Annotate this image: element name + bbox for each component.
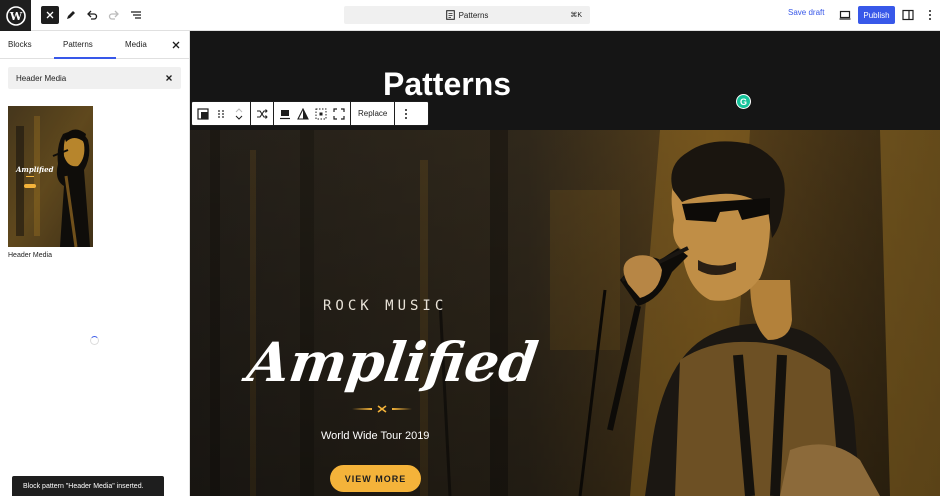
block-toolbar: Replace	[191, 101, 429, 126]
fullscreen-icon[interactable]	[332, 107, 346, 121]
command-palette-bar[interactable]: Patterns ⌘K	[344, 6, 590, 24]
close-icon[interactable]	[170, 38, 182, 50]
tab-blocks[interactable]: Blocks	[8, 40, 32, 49]
duotone-filter-icon[interactable]	[296, 107, 310, 121]
command-shortcut: ⌘K	[570, 12, 582, 19]
header-media-cover-block[interactable]: ROCK MUSIC Amplified World Wide Tour 201…	[190, 130, 940, 496]
drag-handle-icon[interactable]	[214, 107, 228, 121]
block-toolbar-group-shuffle	[251, 102, 274, 125]
block-toolbar-group-layout	[274, 102, 351, 125]
snackbar-text: Block pattern "Header Media" inserted.	[23, 482, 144, 490]
pencil-icon[interactable]	[61, 5, 81, 25]
close-inserter-button[interactable]	[41, 6, 59, 24]
snackbar-notice[interactable]: Block pattern "Header Media" inserted.	[12, 476, 164, 496]
save-draft-button[interactable]: Save draft	[788, 8, 824, 17]
block-toolbar-group-parent	[192, 102, 251, 125]
search-value: Header Media	[16, 73, 67, 83]
hero-tour-text[interactable]: World Wide Tour 2019	[321, 430, 429, 442]
align-icon[interactable]	[278, 107, 292, 121]
view-more-button[interactable]: VIEW MORE	[330, 465, 421, 492]
clear-search-icon[interactable]	[163, 72, 175, 84]
undo-icon[interactable]	[82, 5, 102, 25]
shuffle-icon[interactable]	[255, 107, 269, 121]
block-inserter-panel: Blocks Patterns Media Header Media Ampli…	[0, 31, 190, 496]
thumb-title-text: Amplified	[15, 165, 54, 174]
cover-block-icon[interactable]	[196, 107, 210, 121]
hero-title[interactable]: Amplified	[244, 330, 542, 394]
svg-text:W: W	[8, 10, 22, 23]
pattern-preview-header-media[interactable]: Amplified	[8, 106, 93, 247]
tab-patterns[interactable]: Patterns	[63, 40, 93, 49]
redo-icon[interactable]	[104, 5, 124, 25]
active-tab-indicator	[54, 57, 116, 59]
desktop-view-icon[interactable]	[835, 5, 855, 25]
block-options-icon[interactable]	[399, 107, 413, 121]
block-toolbar-group-options	[395, 102, 417, 125]
hero-divider-ornament	[352, 405, 412, 413]
replace-button[interactable]: Replace	[355, 109, 390, 118]
inserter-tabs: Blocks Patterns Media	[0, 31, 190, 59]
move-up-down-icon[interactable]	[232, 107, 246, 121]
publish-button[interactable]: Publish	[858, 6, 895, 24]
loading-spinner	[90, 336, 99, 345]
editor-top-bar: W Patterns ⌘K Save draft Publish	[0, 0, 940, 31]
document-icon	[445, 10, 455, 20]
document-title: Patterns	[458, 10, 489, 20]
hero-subtitle[interactable]: ROCK MUSIC	[323, 298, 447, 314]
grammarly-icon[interactable]: G	[736, 94, 751, 109]
list-view-icon[interactable]	[126, 5, 146, 25]
tab-media[interactable]: Media	[125, 40, 147, 49]
pattern-label: Header Media	[8, 252, 52, 259]
pattern-search-input[interactable]: Header Media	[8, 67, 181, 89]
wordpress-logo-icon[interactable]: W	[0, 0, 31, 31]
page-title[interactable]: Patterns	[383, 66, 511, 103]
position-grid-icon[interactable]	[314, 107, 328, 121]
more-options-icon[interactable]	[920, 5, 940, 25]
sidebar-settings-icon[interactable]	[898, 5, 918, 25]
block-toolbar-group-replace: Replace	[351, 102, 396, 125]
